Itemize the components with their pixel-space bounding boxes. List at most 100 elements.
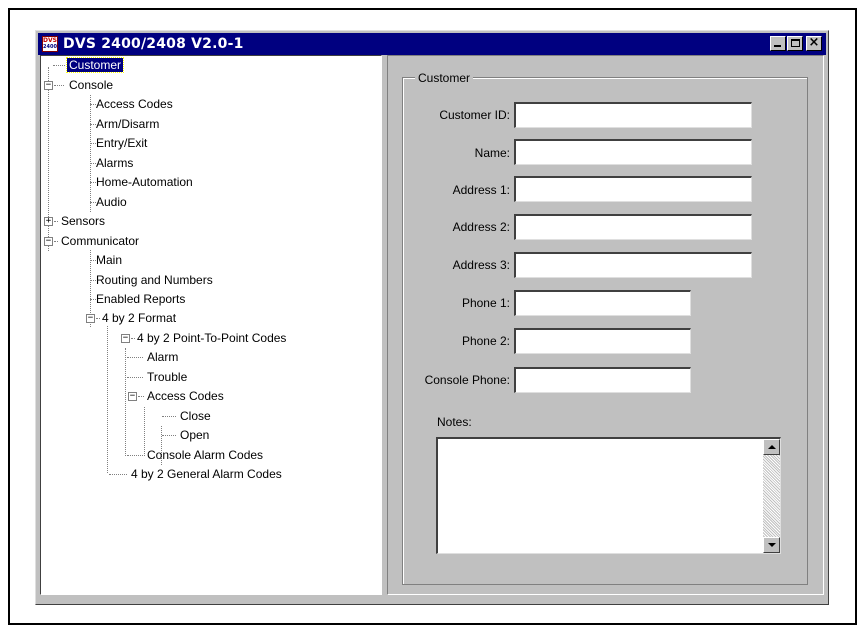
tree-connector: [90, 104, 96, 105]
app-logo-icon[interactable]: DVS 2400: [42, 36, 58, 52]
address-2-label: Address 2:: [452, 220, 510, 234]
tree-item-console[interactable]: − Console: [44, 76, 115, 95]
tree-item-label: Access Codes: [147, 389, 224, 403]
navigation-tree[interactable]: Customer − Console Access Codes Arm/Disa…: [40, 55, 382, 595]
tree-item-label: 4 by 2 Point-To-Point Codes: [137, 331, 287, 345]
tree-connector: [90, 143, 96, 144]
tree-connector: [53, 65, 65, 66]
tree-connector: [90, 163, 96, 164]
minimize-icon: [774, 45, 781, 47]
tree-connector: [90, 299, 96, 300]
tree-item-4-by-2-format[interactable]: − 4 by 2 Format: [86, 309, 178, 328]
scroll-down-icon: [768, 543, 776, 547]
scroll-up-button[interactable]: [763, 439, 780, 455]
tree-connector: [127, 377, 143, 378]
scroll-down-button[interactable]: [763, 537, 780, 553]
tree-item-label: Enabled Reports: [96, 292, 186, 306]
tree-item-arm-disarm[interactable]: Arm/Disarm: [90, 115, 161, 134]
title-bar[interactable]: DVS 2400 DVS 2400/2408 V2.0-1 ×: [38, 33, 826, 55]
tree-item-trouble[interactable]: Trouble: [127, 368, 189, 387]
tree-connector: [90, 260, 96, 261]
tree-connector: [54, 85, 64, 86]
name-label: Name:: [474, 146, 510, 160]
tree-item-label: Communicator: [61, 234, 140, 248]
tree-item-label: Customer: [65, 57, 125, 73]
collapse-icon[interactable]: −: [121, 334, 130, 343]
console-phone-input[interactable]: [514, 367, 691, 393]
scroll-up-icon: [768, 445, 776, 449]
collapse-icon[interactable]: −: [44, 81, 53, 90]
phone-1-input[interactable]: [514, 290, 691, 316]
groupbox-title: Customer: [415, 71, 474, 85]
tree-item-label: Alarms: [96, 156, 134, 170]
tree-item-console-alarm-codes[interactable]: Console Alarm Codes: [127, 446, 265, 465]
tree-item-customer[interactable]: Customer: [53, 56, 125, 75]
tree-item-access-codes[interactable]: Access Codes: [90, 95, 175, 114]
tree-item-label: Audio: [96, 195, 127, 209]
tree-connector: [162, 435, 176, 436]
tree-item-home-automation[interactable]: Home-Automation: [90, 173, 195, 192]
tree-item-label: Routing and Numbers: [96, 273, 213, 287]
tree-item-4-by-2-point-to-point-codes[interactable]: − 4 by 2 Point-To-Point Codes: [121, 329, 288, 348]
tree-item-alarms[interactable]: Alarms: [90, 154, 135, 173]
tree-item-4-by-2-general-alarm-codes[interactable]: 4 by 2 General Alarm Codes: [109, 465, 284, 484]
tree-item-alarm[interactable]: Alarm: [127, 348, 180, 367]
minimize-button[interactable]: [770, 36, 786, 51]
maximize-button[interactable]: [787, 36, 803, 51]
address-3-input[interactable]: [514, 252, 752, 278]
tree-item-main[interactable]: Main: [90, 251, 124, 270]
close-icon: ×: [808, 35, 820, 50]
tree-item-label: Sensors: [61, 214, 106, 228]
tree-item-label: Console Alarm Codes: [147, 448, 264, 462]
tree-item-label: Home-Automation: [96, 175, 193, 189]
tree-item-sensors[interactable]: + Sensors: [44, 212, 107, 231]
tree-connector: [109, 474, 127, 475]
customer-id-input[interactable]: [514, 102, 752, 128]
tree-connector: [131, 338, 135, 339]
collapse-icon[interactable]: −: [86, 314, 95, 323]
tree-item-label: 4 by 2 General Alarm Codes: [131, 467, 282, 481]
tree-item-label: Open: [180, 428, 210, 442]
tree-connector: [54, 221, 58, 222]
expand-icon[interactable]: +: [44, 217, 53, 226]
tree-item-close[interactable]: Close: [162, 407, 213, 426]
console-phone-label: Console Phone:: [424, 373, 510, 387]
tree-item-access-codes-sub[interactable]: − Access Codes: [128, 387, 226, 406]
tree-connector: [54, 241, 58, 242]
tree-item-label: Console: [69, 78, 114, 92]
tree-item-label: Access Codes: [96, 97, 173, 111]
tree-item-label: 4 by 2 Format: [102, 311, 177, 325]
tree-connector: [90, 182, 96, 183]
tree-connector: [125, 348, 126, 456]
tree-connector: [96, 318, 100, 319]
address-1-input[interactable]: [514, 176, 752, 202]
tree-item-open[interactable]: Open: [162, 426, 211, 445]
tree-item-label: Alarm: [147, 350, 179, 364]
tree-item-communicator[interactable]: − Communicator: [44, 232, 141, 251]
close-button[interactable]: ×: [806, 35, 822, 51]
collapse-icon[interactable]: −: [128, 392, 137, 401]
phone-1-label: Phone 1:: [461, 296, 510, 310]
tree-item-routing-and-numbers[interactable]: Routing and Numbers: [90, 271, 215, 290]
tree-item-label: Entry/Exit: [96, 136, 148, 150]
notes-textarea[interactable]: [436, 437, 781, 554]
notes-label: Notes:: [437, 415, 472, 429]
address-2-input[interactable]: [514, 214, 752, 240]
tree-item-label: Trouble: [147, 370, 188, 384]
phone-2-label: Phone 2:: [461, 334, 510, 348]
tree-item-audio[interactable]: Audio: [90, 193, 129, 212]
tree-connector: [127, 455, 143, 456]
tree-item-entry-exit[interactable]: Entry/Exit: [90, 134, 149, 153]
tree-connector: [138, 396, 144, 397]
name-input[interactable]: [514, 139, 752, 165]
tree-item-enabled-reports[interactable]: Enabled Reports: [90, 290, 187, 309]
tree-connector: [90, 124, 96, 125]
phone-2-input[interactable]: [514, 328, 691, 354]
tree-connector: [127, 357, 143, 358]
tree-connector: [162, 416, 176, 417]
customer-id-label: Customer ID:: [439, 108, 510, 122]
address-3-label: Address 3:: [452, 258, 510, 272]
notes-scrollbar[interactable]: [763, 439, 780, 553]
collapse-icon[interactable]: −: [44, 237, 53, 246]
tree-connector: [90, 95, 91, 212]
